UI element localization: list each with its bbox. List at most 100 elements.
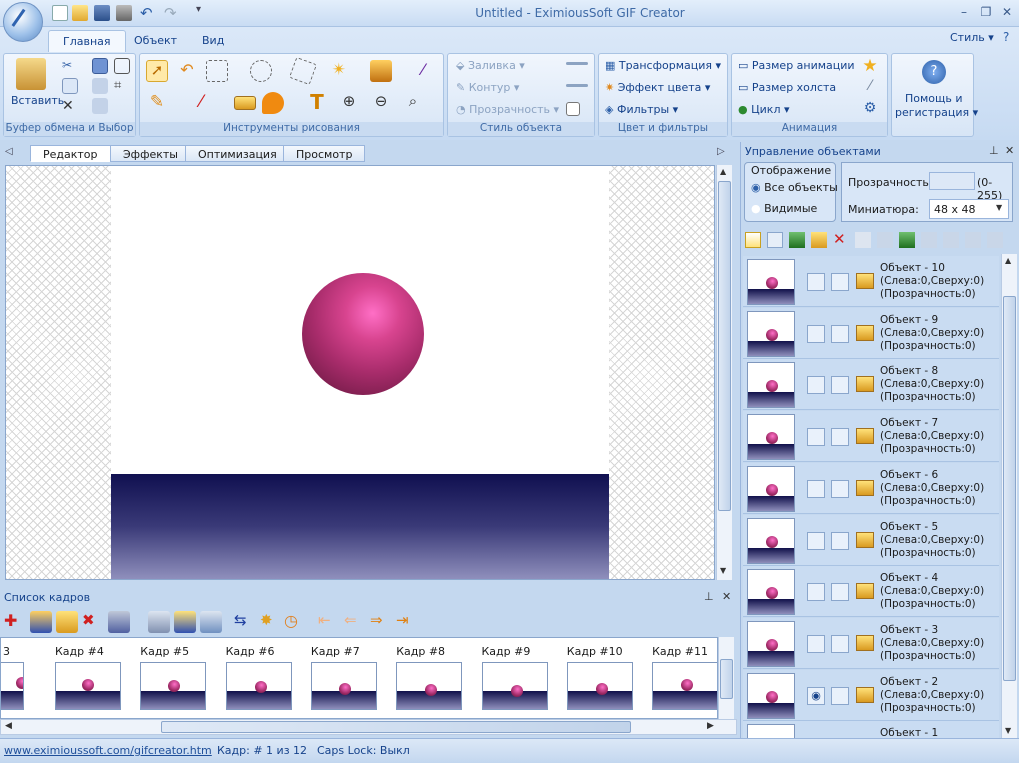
website-link[interactable]: www.eximioussoft.com/gifcreator.htm bbox=[4, 744, 212, 757]
next-frame-icon[interactable]: ⇒ bbox=[370, 611, 392, 633]
transparency-input[interactable] bbox=[929, 172, 975, 190]
color-swatch-icon[interactable] bbox=[566, 102, 580, 116]
first-frame-icon[interactable]: ⇤ bbox=[318, 611, 340, 633]
color-picker-icon[interactable]: ⁄ bbox=[412, 60, 434, 82]
ball-object[interactable] bbox=[302, 273, 424, 395]
zoom-in-icon[interactable]: ⊕ bbox=[338, 92, 360, 114]
deselect-icon[interactable] bbox=[92, 98, 108, 114]
copy-frame-icon[interactable] bbox=[148, 611, 170, 633]
animation-frame[interactable] bbox=[111, 166, 609, 579]
duplicate-object-icon[interactable] bbox=[767, 232, 783, 248]
lock-checkbox[interactable] bbox=[831, 583, 849, 602]
hscroll-thumb[interactable] bbox=[161, 721, 631, 733]
visibility-checkbox[interactable] bbox=[807, 428, 825, 447]
lock-checkbox[interactable] bbox=[831, 428, 849, 447]
move-up-icon[interactable] bbox=[921, 232, 937, 248]
delete-object-icon[interactable]: ✕ bbox=[833, 230, 846, 248]
image-icon[interactable] bbox=[234, 96, 256, 110]
frame-strip[interactable]: 3 Кадр #4 Кадр #5 Кадр #6 Кадр #7 Кадр #8 Кад… bbox=[0, 637, 718, 719]
quick-access-menu-icon[interactable]: ▾ bbox=[196, 4, 201, 15]
star-icon[interactable]: ★ bbox=[859, 56, 881, 78]
previous-frame-icon[interactable]: ⇐ bbox=[344, 611, 366, 633]
help-group[interactable]: ? Помощь и регистрация ▾ bbox=[891, 53, 978, 137]
visibility-checkbox[interactable] bbox=[807, 324, 825, 343]
export-frame-icon[interactable] bbox=[200, 611, 222, 633]
rotate-icon[interactable]: ↶ bbox=[176, 60, 198, 82]
copy-icon[interactable] bbox=[62, 78, 78, 94]
hscroll-right-icon[interactable]: ▶ bbox=[707, 721, 714, 731]
move-top-icon[interactable] bbox=[899, 232, 915, 248]
cut-icon[interactable]: ✂ bbox=[62, 58, 78, 74]
lock-checkbox[interactable] bbox=[831, 479, 849, 498]
crop-icon[interactable]: ⌗ bbox=[114, 78, 130, 94]
color-effect-button[interactable]: ✷ Эффект цвета ▾ bbox=[605, 81, 710, 94]
pencil-icon[interactable]: ✎ bbox=[146, 92, 168, 114]
tab-optimization[interactable]: Оптимизация bbox=[185, 145, 290, 162]
object-row[interactable]: Объект - 5 (Слева:0,Сверху:0) (Прозрачност… bbox=[743, 514, 999, 566]
frame-thumb[interactable]: Кадр #8 bbox=[384, 638, 470, 718]
frame-thumb[interactable]: Кадр #6 bbox=[214, 638, 300, 718]
pin-icon[interactable]: ⊥ bbox=[704, 590, 714, 603]
frame-thumb-3[interactable]: 3 bbox=[1, 638, 32, 718]
visibility-checkbox[interactable] bbox=[807, 376, 825, 395]
brush-icon[interactable]: ⁄ bbox=[190, 92, 212, 114]
radio-visible-objects[interactable]: ● Видимые bbox=[751, 202, 817, 215]
visibility-checkbox[interactable] bbox=[807, 479, 825, 498]
tab-view[interactable]: Вид bbox=[188, 30, 238, 52]
objects-scroll-up-icon[interactable]: ▲ bbox=[1005, 256, 1011, 265]
frame-thumb[interactable]: Кадр #10 bbox=[555, 638, 641, 718]
tween-icon[interactable]: ✸ bbox=[260, 611, 282, 633]
object-row[interactable]: Объект - 9 (Слева:0,Сверху:0) (Прозрачност… bbox=[743, 307, 999, 359]
paste-icon[interactable] bbox=[16, 58, 46, 90]
import-object-icon[interactable] bbox=[789, 232, 805, 248]
zoom-out-icon[interactable]: ⊖ bbox=[370, 92, 392, 114]
fill-bucket-icon[interactable] bbox=[370, 60, 392, 82]
open-icon[interactable] bbox=[72, 5, 88, 21]
lock-checkbox[interactable] bbox=[831, 273, 849, 291]
fill-button[interactable]: ⬙ Заливка ▾ bbox=[456, 59, 525, 72]
reverse-frames-icon[interactable]: ⇆ bbox=[234, 611, 256, 633]
rect-select-icon[interactable] bbox=[206, 60, 228, 82]
zoom-icon[interactable]: ⌕ bbox=[402, 92, 424, 114]
tab-scroll-left-icon[interactable]: ◁ bbox=[5, 146, 13, 157]
frames-vertical-scrollbar[interactable] bbox=[718, 637, 734, 719]
object-row[interactable]: Объект - 10 (Слева:0,Сверху:0) (Прозрачнос… bbox=[743, 256, 999, 307]
line-width-icon[interactable] bbox=[566, 84, 588, 87]
delete-icon[interactable]: ✕ bbox=[62, 98, 78, 114]
objects-scroll-down-icon[interactable]: ▼ bbox=[1005, 726, 1011, 735]
frame-thumb[interactable]: Кадр #11 bbox=[640, 638, 717, 718]
frame-thumb[interactable]: Кадр #4 bbox=[43, 638, 129, 718]
magic-wand-icon[interactable]: ✴ bbox=[328, 60, 350, 82]
copy-object-icon[interactable] bbox=[877, 232, 893, 248]
tab-object[interactable]: Объект bbox=[120, 30, 191, 52]
select-rect-icon[interactable] bbox=[114, 58, 130, 74]
object-row[interactable]: Объект - 1 bbox=[743, 721, 999, 739]
callout-icon[interactable] bbox=[262, 92, 284, 114]
visibility-checkbox[interactable] bbox=[807, 634, 825, 653]
objects-vertical-scrollbar[interactable]: ▲ ▼ bbox=[1001, 254, 1017, 739]
object-list[interactable]: Объект - 10 (Слева:0,Сверху:0) (Прозрачнос… bbox=[741, 254, 1001, 739]
object-row[interactable]: ◉ Объект - 2 (Слева:0,Сверху:0) (Прозрачнос… bbox=[743, 669, 999, 721]
import-images-icon[interactable] bbox=[56, 611, 78, 633]
help-icon[interactable]: ? bbox=[1003, 30, 1009, 44]
select-arrow-icon[interactable]: ➚ bbox=[146, 60, 168, 82]
lock-checkbox[interactable] bbox=[831, 634, 849, 653]
object-row[interactable]: Объект - 6 (Слева:0,Сверху:0) (Прозрачност… bbox=[743, 462, 999, 514]
minimize-button[interactable]: – bbox=[955, 5, 973, 21]
save-icon[interactable] bbox=[94, 5, 110, 21]
tab-home[interactable]: Главная bbox=[48, 30, 126, 52]
tab-scroll-right-icon[interactable]: ▷ bbox=[717, 146, 725, 157]
lasso-select-icon[interactable] bbox=[288, 56, 318, 86]
line-style-icon[interactable] bbox=[566, 62, 588, 65]
merge-objects-icon[interactable] bbox=[987, 232, 1003, 248]
close-panel-icon[interactable]: ✕ bbox=[722, 590, 731, 603]
filters-button[interactable]: ◈ Фильтры ▾ bbox=[605, 103, 678, 116]
outline-button[interactable]: ✎ Контур ▾ bbox=[456, 81, 519, 94]
move-bottom-icon[interactable] bbox=[965, 232, 981, 248]
ellipse-select-icon[interactable] bbox=[250, 60, 272, 82]
visibility-eye-icon[interactable]: ◉ bbox=[807, 686, 825, 705]
editor-canvas[interactable] bbox=[5, 165, 715, 580]
tab-effects[interactable]: Эффекты bbox=[110, 145, 191, 162]
print-icon[interactable] bbox=[116, 5, 132, 21]
visibility-checkbox[interactable] bbox=[807, 583, 825, 602]
